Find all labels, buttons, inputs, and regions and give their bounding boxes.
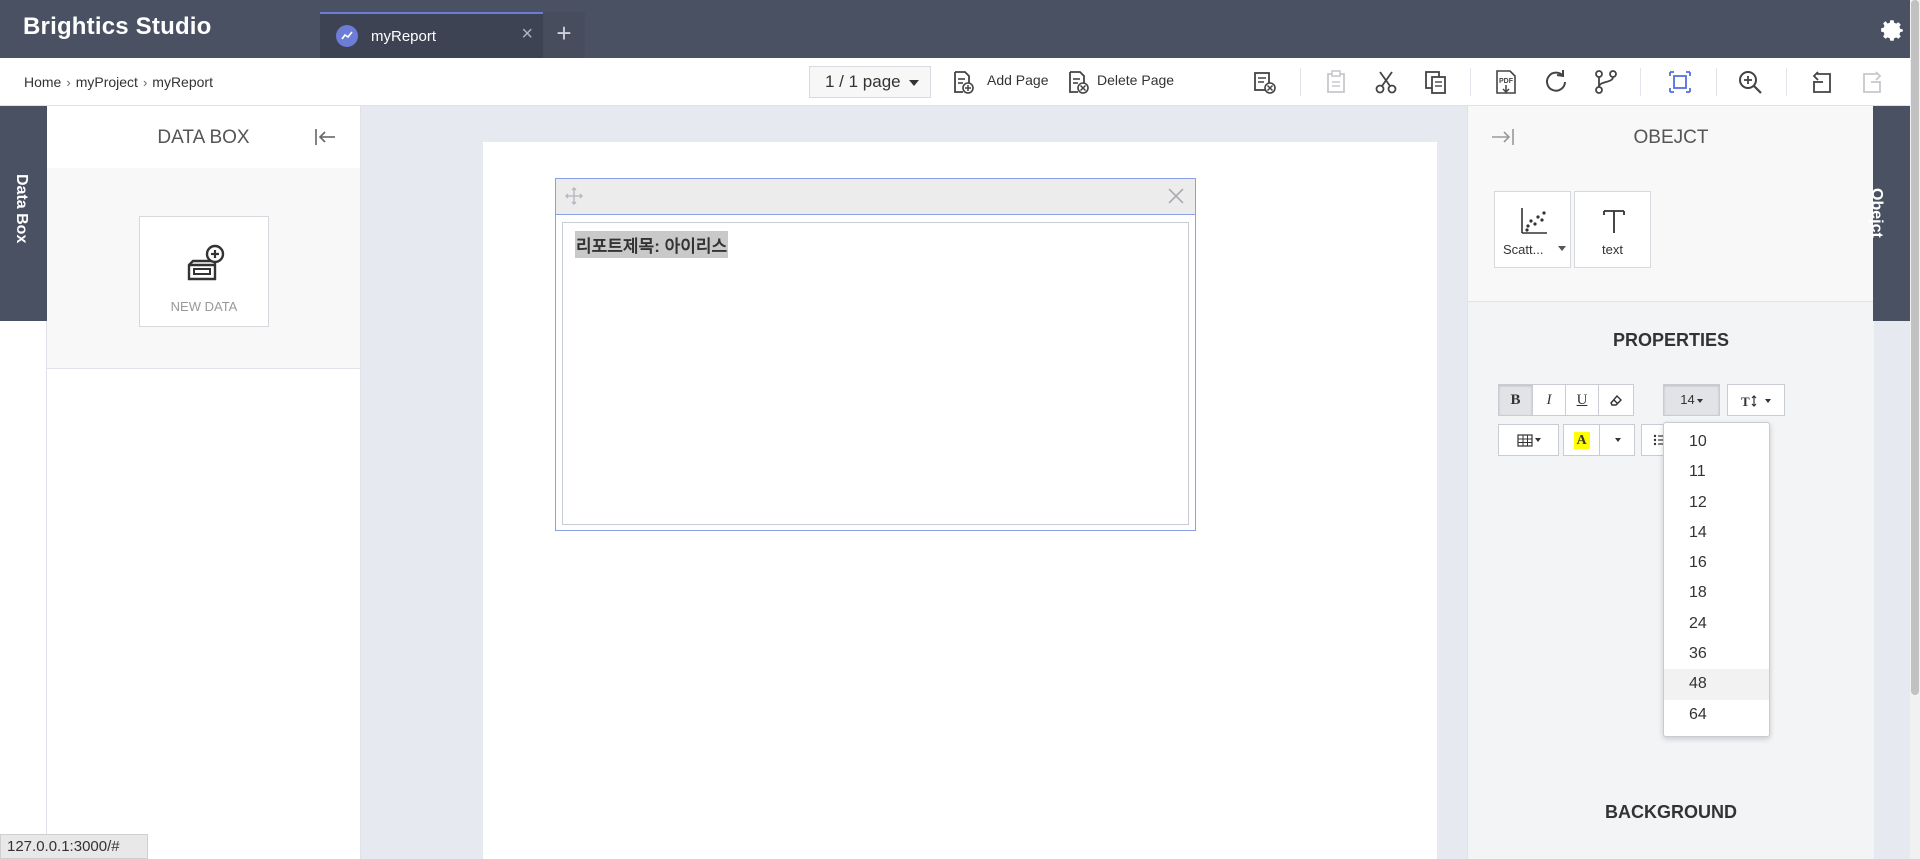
- scrollbar-thumb[interactable]: [1911, 0, 1919, 695]
- add-page-icon[interactable]: [948, 68, 976, 96]
- table-button[interactable]: [1498, 424, 1559, 456]
- page-selector[interactable]: 1 / 1 page: [809, 66, 931, 98]
- status-url: 127.0.0.1:3000/#: [0, 834, 148, 859]
- add-tab-button[interactable]: +: [543, 12, 585, 58]
- chevron-right-icon: ›: [142, 74, 148, 90]
- eraser-icon: [1610, 395, 1622, 406]
- redo-icon[interactable]: [1858, 68, 1886, 96]
- font-size-value: 14: [1680, 392, 1695, 407]
- font-size-option[interactable]: 16: [1664, 548, 1769, 578]
- toolbar-divider: [1300, 68, 1301, 96]
- move-icon[interactable]: [564, 186, 584, 206]
- text-object-handle[interactable]: [556, 179, 1195, 215]
- paste-icon[interactable]: [1322, 68, 1350, 96]
- text-color-dropdown[interactable]: [1599, 424, 1635, 456]
- chevron-right-icon: ›: [66, 74, 71, 90]
- svg-text:T: T: [1741, 394, 1750, 408]
- text-content[interactable]: 리포트제목: 아이리스: [575, 231, 729, 258]
- toolbar: Home › myProject › myReport 1 / 1 page A…: [0, 58, 1910, 106]
- underline-button[interactable]: U: [1565, 384, 1599, 416]
- font-size-option[interactable]: 18: [1664, 578, 1769, 608]
- top-bar: Brightics Studio myReport × +: [0, 0, 1920, 58]
- font-size-option[interactable]: 48: [1664, 669, 1769, 700]
- toolbar-divider: [1470, 68, 1471, 96]
- line-height-icon: T: [1741, 394, 1757, 409]
- data-box-vertical-tab[interactable]: Data Box: [0, 106, 47, 321]
- object-vertical-tab[interactable]: Obejct: [1868, 106, 1910, 321]
- cut-icon[interactable]: [1372, 68, 1400, 96]
- refresh-icon[interactable]: [1542, 68, 1570, 96]
- data-box-vertical-label: Data Box: [13, 174, 30, 244]
- delete-content-icon[interactable]: [1250, 68, 1278, 96]
- tab-myreport[interactable]: myReport ×: [320, 12, 543, 58]
- caret-down-icon[interactable]: [1558, 246, 1566, 251]
- background-title: BACKGROUND: [1605, 802, 1737, 822]
- close-icon[interactable]: [1165, 185, 1187, 207]
- report-icon: [336, 25, 358, 47]
- tab-label: myReport: [371, 28, 437, 45]
- scatter-object-button[interactable]: Scatt...: [1494, 191, 1571, 268]
- breadcrumb-report[interactable]: myReport: [152, 74, 213, 90]
- caret-down-icon: [909, 79, 920, 86]
- data-box-header: DATA BOX: [47, 106, 360, 168]
- gear-icon[interactable]: [1876, 13, 1906, 43]
- highlight-color-icon: A: [1573, 431, 1590, 449]
- table-icon: [1516, 433, 1533, 447]
- delete-page-button[interactable]: Delete Page: [1097, 72, 1174, 88]
- clear-format-button[interactable]: [1598, 384, 1634, 416]
- font-size-option[interactable]: 64: [1664, 700, 1769, 730]
- page-scrollbar[interactable]: [1910, 0, 1920, 859]
- scatter-chart-icon: [1521, 208, 1547, 234]
- text-editor[interactable]: 리포트제목: 아이리스: [562, 222, 1189, 525]
- text-object-label: text: [1602, 242, 1623, 257]
- svg-text:PDF: PDF: [1499, 78, 1514, 85]
- caret-down-icon: [1696, 398, 1703, 403]
- toolbar-divider: [1640, 68, 1641, 96]
- line-height-button[interactable]: T: [1727, 384, 1785, 416]
- object-vertical-label: Obejct: [1868, 188, 1885, 238]
- font-size-option[interactable]: 24: [1664, 609, 1769, 639]
- breadcrumb-home[interactable]: Home: [24, 74, 61, 90]
- breadcrumb-project[interactable]: myProject: [76, 74, 138, 90]
- pdf-export-icon[interactable]: PDF: [1492, 68, 1520, 96]
- font-size-button[interactable]: 14: [1663, 384, 1720, 416]
- data-box-panel: DATA BOX NEW DATA: [47, 106, 361, 859]
- copy-icon[interactable]: [1422, 68, 1450, 96]
- undo-icon[interactable]: [1808, 68, 1836, 96]
- new-data-button[interactable]: NEW DATA: [139, 216, 269, 327]
- zoom-in-icon[interactable]: [1736, 68, 1764, 96]
- font-size-option[interactable]: 12: [1664, 488, 1769, 518]
- object-panel-header: OBEJCT Scatt... text: [1468, 106, 1874, 302]
- breadcrumb: Home › myProject › myReport: [24, 74, 213, 90]
- branch-icon[interactable]: [1592, 68, 1620, 96]
- app-title: Brightics Studio: [23, 13, 212, 40]
- toolbar-divider: [1716, 68, 1717, 96]
- text-object-button[interactable]: text: [1574, 191, 1651, 268]
- properties-title: PROPERTIES: [1612, 330, 1730, 350]
- caret-down-icon: [1534, 438, 1541, 443]
- italic-button[interactable]: I: [1532, 384, 1566, 416]
- toolbar-divider: [1786, 68, 1787, 96]
- font-size-option[interactable]: 10: [1664, 427, 1769, 457]
- bold-button[interactable]: B: [1498, 384, 1533, 416]
- caret-down-icon: [1615, 438, 1621, 443]
- caret-down-icon: [1765, 398, 1771, 403]
- text-object[interactable]: 리포트제목: 아이리스: [555, 178, 1196, 531]
- collapse-left-icon[interactable]: [313, 126, 337, 148]
- text-color-button[interactable]: A: [1563, 424, 1600, 456]
- tab-close-icon[interactable]: ×: [521, 24, 533, 44]
- font-size-option[interactable]: 14: [1664, 518, 1769, 548]
- add-page-button[interactable]: Add Page: [987, 72, 1049, 88]
- page-selector-value: 1 / 1 page: [825, 72, 901, 91]
- font-size-option[interactable]: 36: [1664, 639, 1769, 669]
- delete-page-icon[interactable]: [1063, 68, 1091, 96]
- font-size-dropdown: 10 11 12 14 16 18 24 36 48 64: [1663, 422, 1770, 737]
- new-data-label: NEW DATA: [170, 299, 238, 314]
- fit-screen-icon[interactable]: [1666, 68, 1694, 96]
- left-strip: [0, 321, 47, 859]
- object-panel-title: OBEJCT: [1633, 127, 1709, 148]
- text-icon: [1603, 210, 1625, 233]
- add-database-icon: [187, 244, 225, 281]
- font-size-option[interactable]: 11: [1664, 457, 1769, 487]
